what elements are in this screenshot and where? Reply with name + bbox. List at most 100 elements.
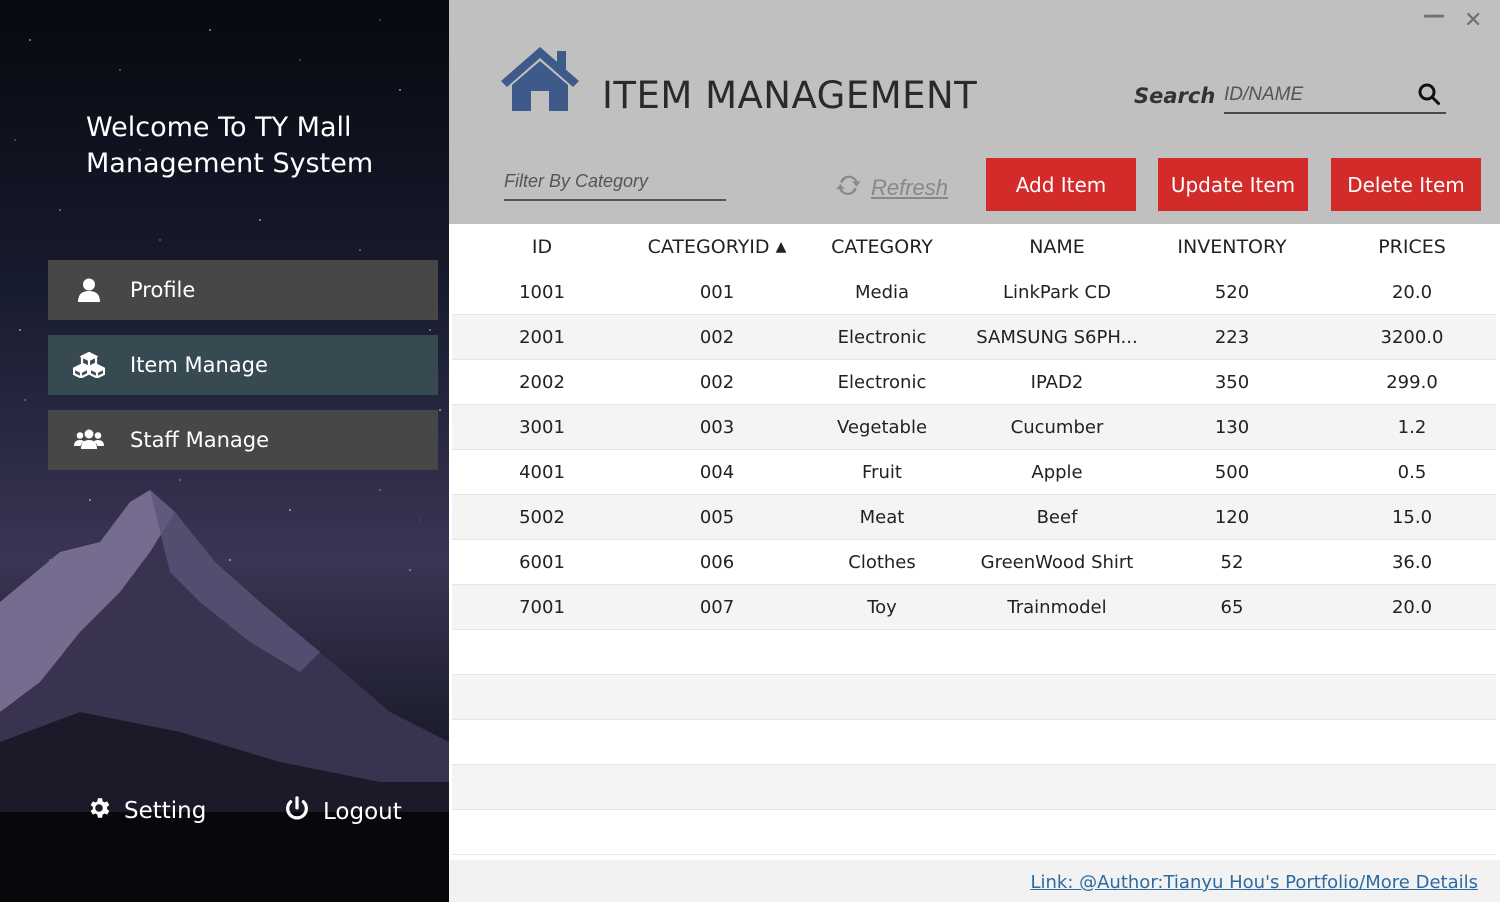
cell-price: 20.0 (1391, 282, 1433, 303)
table-row[interactable]: 1001 001 Media LinkPark CD 520 20.0 (452, 270, 1496, 315)
items-table: ID CATEGORYID ▲ CATEGORY NAME INVENTORY … (449, 224, 1500, 860)
home-icon (499, 45, 581, 117)
cell-price: 36.0 (1391, 552, 1433, 573)
cell-name: Apple (1031, 462, 1083, 483)
table-row[interactable]: 5002 005 Meat Beef 120 15.0 (452, 495, 1496, 540)
column-header-label: CATEGORYID (647, 236, 770, 258)
cell-id: 4001 (519, 462, 565, 483)
cell-categoryid: 002 (699, 372, 735, 393)
category-filter-field (504, 164, 726, 201)
cell-price: 299.0 (1386, 372, 1438, 393)
sidebar-item-staff-manage[interactable]: Staff Manage (48, 410, 438, 470)
cell-name: SAMSUNG S6PH... (976, 327, 1138, 348)
table-row[interactable]: 7001 007 Toy Trainmodel 65 20.0 (452, 585, 1496, 630)
cell-id: 1001 (519, 282, 565, 303)
cell-categoryid: 004 (699, 462, 735, 483)
user-icon (48, 278, 130, 302)
logout-label: Logout (323, 799, 402, 825)
sidebar-item-label: Profile (130, 278, 196, 302)
cell-inventory: 120 (1214, 507, 1250, 528)
sidebar-item-item-manage[interactable]: Item Manage (48, 335, 438, 395)
cell-category: Meat (859, 507, 905, 528)
welcome-line-2: Management System (86, 148, 374, 179)
author-portfolio-link[interactable]: Link: @Author:Tianyu Hou's Portfolio/Mor… (1030, 872, 1478, 893)
refresh-icon (835, 171, 863, 205)
search-input[interactable] (1224, 80, 1409, 110)
category-filter-input[interactable] (504, 164, 726, 198)
column-header-category[interactable]: CATEGORY (812, 224, 952, 270)
table-row[interactable]: 2001 002 Electronic SAMSUNG S6PH... 223 3200.… (452, 315, 1496, 360)
empty-table-row (452, 675, 1496, 720)
update-item-button[interactable]: Update Item (1158, 158, 1308, 211)
sidebar-item-label: Staff Manage (130, 428, 269, 452)
cell-inventory: 65 (1220, 597, 1244, 618)
mountain-illustration (0, 490, 449, 902)
cell-price: 15.0 (1391, 507, 1433, 528)
cell-name: Beef (1036, 507, 1078, 528)
cell-categoryid: 002 (699, 327, 735, 348)
table-row[interactable]: 3001 003 Vegetable Cucumber 130 1.2 (452, 405, 1496, 450)
refresh-label: Refresh (871, 175, 949, 200)
cell-id: 3001 (519, 417, 565, 438)
empty-table-row (452, 720, 1496, 765)
logout-button[interactable]: Logout (283, 795, 402, 829)
cubes-icon (48, 352, 130, 378)
column-header-inventory[interactable]: INVENTORY (1162, 224, 1302, 270)
sort-ascending-icon: ▲ (775, 239, 787, 255)
cell-categoryid: 005 (699, 507, 735, 528)
sidebar-item-profile[interactable]: Profile (48, 260, 438, 320)
table-header-row: ID CATEGORYID ▲ CATEGORY NAME INVENTORY … (452, 224, 1496, 270)
page-title: ITEM MANAGEMENT (602, 74, 978, 117)
column-header-name[interactable]: NAME (957, 224, 1157, 270)
sidebar: Welcome To TY Mall Management System Pro… (0, 0, 449, 902)
gear-icon (86, 795, 112, 827)
cell-category: Vegetable (836, 417, 928, 438)
cell-category: Media (854, 282, 910, 303)
close-button[interactable]: ✕ (1464, 8, 1482, 33)
search-label: Search (1134, 84, 1216, 108)
cell-category: Clothes (848, 552, 916, 573)
search-icon[interactable] (1417, 82, 1441, 110)
cell-name: LinkPark CD (1003, 282, 1111, 303)
add-item-button[interactable]: Add Item (986, 158, 1136, 211)
setting-button[interactable]: Setting (86, 795, 206, 827)
welcome-line-1: Welcome To TY Mall (86, 112, 352, 143)
cell-inventory: 52 (1220, 552, 1244, 573)
cell-categoryid: 001 (699, 282, 735, 303)
table-row[interactable]: 4001 004 Fruit Apple 500 0.5 (452, 450, 1496, 495)
cell-categoryid: 003 (699, 417, 735, 438)
cell-name: Trainmodel (1007, 597, 1107, 618)
table-body: 1001 001 Media LinkPark CD 520 20.0 2001 002 Ele… (449, 270, 1500, 855)
column-header-id[interactable]: ID (492, 224, 592, 270)
cell-id: 6001 (519, 552, 565, 573)
table-row[interactable]: 6001 006 Clothes GreenWood Shirt 52 36.0 (452, 540, 1496, 585)
column-header-prices[interactable]: PRICES (1347, 224, 1477, 270)
cell-price: 0.5 (1397, 462, 1427, 483)
cell-inventory: 223 (1214, 327, 1250, 348)
cell-inventory: 130 (1214, 417, 1250, 438)
cell-inventory: 350 (1214, 372, 1250, 393)
search-field (1224, 76, 1446, 114)
users-icon (48, 429, 130, 451)
cell-price: 20.0 (1391, 597, 1433, 618)
header: — ✕ ITEM MANAGEMENT Search Refresh (449, 0, 1500, 224)
cell-inventory: 520 (1214, 282, 1250, 303)
column-header-categoryid[interactable]: CATEGORYID ▲ (632, 224, 802, 270)
welcome-heading: Welcome To TY Mall Management System (86, 110, 416, 182)
cell-name: GreenWood Shirt (980, 552, 1134, 573)
cell-name: Cucumber (1010, 417, 1104, 438)
cell-category: Electronic (837, 327, 927, 348)
refresh-button[interactable]: Refresh (835, 171, 948, 205)
cell-id: 7001 (519, 597, 565, 618)
empty-table-row (452, 810, 1496, 855)
minimize-button[interactable]: — (1423, 3, 1445, 28)
setting-label: Setting (124, 798, 207, 824)
cell-category: Toy (867, 597, 897, 618)
cell-id: 2002 (519, 372, 565, 393)
cell-category: Electronic (837, 372, 927, 393)
cell-inventory: 500 (1214, 462, 1250, 483)
cell-id: 2001 (519, 327, 565, 348)
cell-categoryid: 006 (699, 552, 735, 573)
delete-item-button[interactable]: Delete Item (1331, 158, 1481, 211)
table-row[interactable]: 2002 002 Electronic IPAD2 350 299.0 (452, 360, 1496, 405)
